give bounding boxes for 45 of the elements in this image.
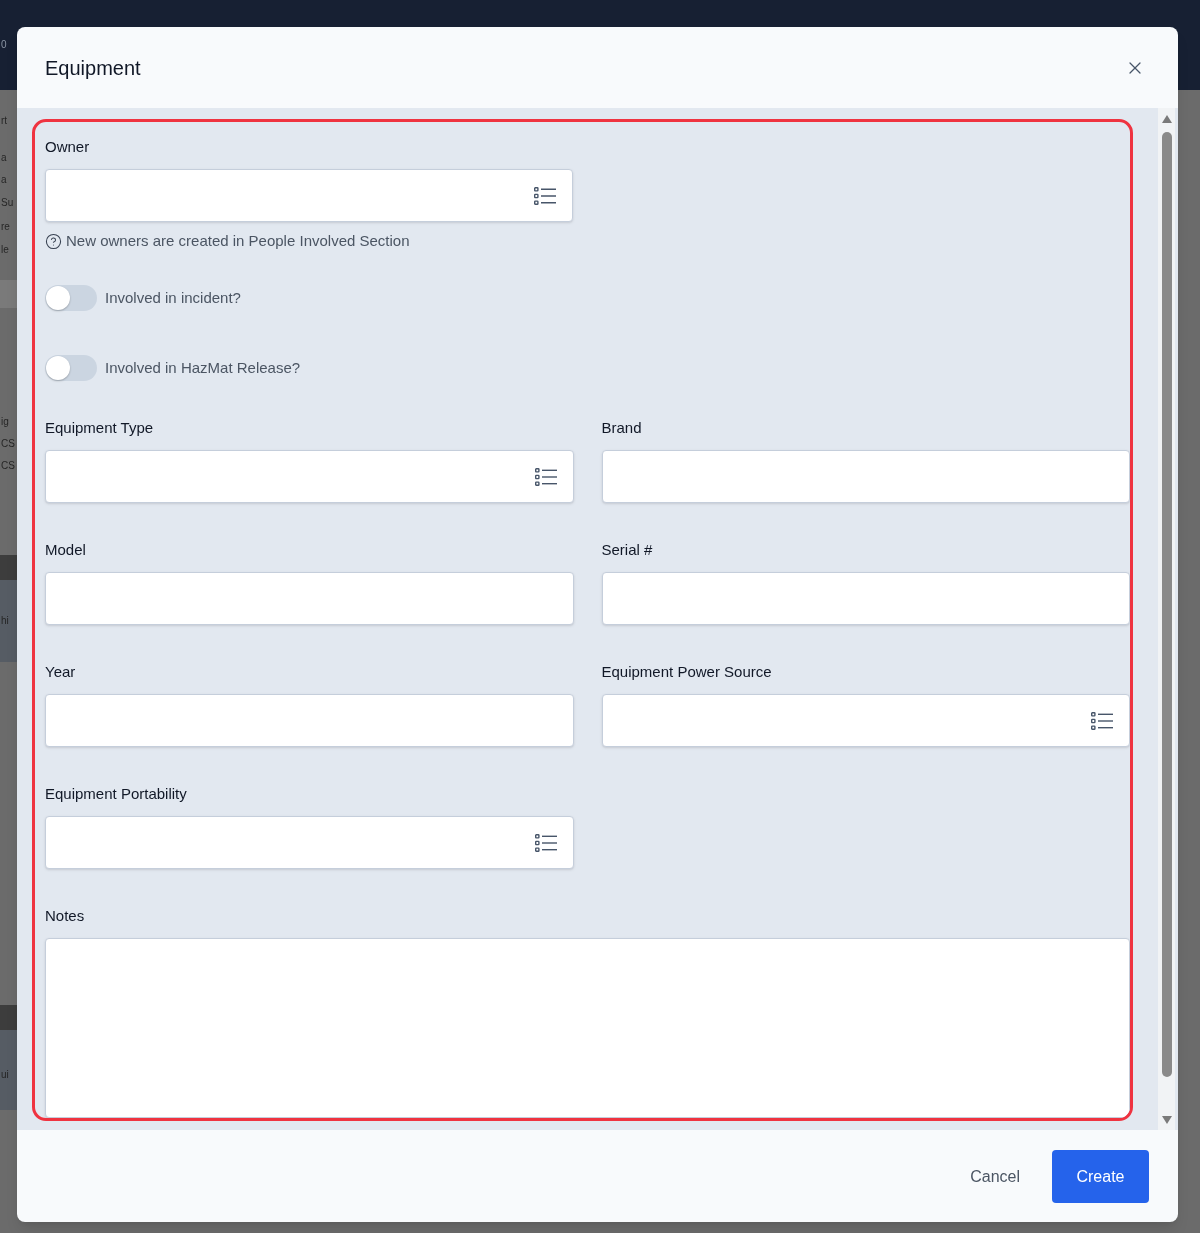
background-text: a [1, 174, 7, 186]
select-field[interactable] [45, 450, 574, 503]
field-label: Brand [601, 418, 643, 438]
background-text: ig [1, 416, 9, 428]
list-icon [1091, 711, 1113, 730]
cancel-button[interactable]: Cancel [954, 1150, 1036, 1203]
background-text: a [1, 152, 7, 164]
triangle-down-icon[interactable] [1161, 1116, 1172, 1124]
toggle-label: Involved in incident? [105, 288, 241, 308]
text-field[interactable] [45, 572, 574, 625]
select-field[interactable] [45, 816, 574, 869]
background-text: rt [1, 115, 8, 127]
field-label: Notes [45, 906, 86, 926]
field-label: Equipment Type [45, 418, 155, 438]
field-label: Equipment Power Source [601, 662, 773, 682]
background-text: re [1, 221, 10, 233]
background-text: Su [1, 197, 14, 209]
background-text: CS [1, 438, 15, 450]
field-label: Model [45, 540, 87, 560]
notes-field[interactable] [45, 938, 1130, 1118]
scrollbar-thumb[interactable] [1161, 132, 1172, 1077]
list-icon [534, 467, 557, 486]
field-label: Owner [45, 137, 91, 157]
toggle-switch[interactable] [45, 285, 97, 311]
toggle-switch[interactable] [45, 355, 97, 381]
background-text: CS [1, 460, 15, 472]
select-field[interactable] [601, 694, 1130, 747]
text-field[interactable] [45, 694, 574, 747]
select-field[interactable] [45, 169, 573, 222]
background-text: 0 [1, 39, 7, 51]
text-field[interactable] [601, 450, 1130, 503]
text-field[interactable] [601, 572, 1130, 625]
list-icon [534, 833, 557, 852]
toggle-label: Involved in HazMat Release? [105, 358, 301, 378]
help-icon [45, 232, 62, 250]
background-band [0, 280, 17, 308]
help-text: New owners are created in People Involved Section [66, 231, 410, 251]
field-label: Equipment Portability [45, 784, 188, 804]
triangle-up-icon[interactable] [1161, 115, 1172, 123]
dialog-title: Equipment [45, 55, 141, 81]
background-text: le [1, 244, 9, 256]
field-label: Year [45, 662, 77, 682]
create-button[interactable]: Create [1052, 1150, 1149, 1203]
field-label: Serial # [601, 540, 654, 560]
list-icon [534, 186, 556, 205]
